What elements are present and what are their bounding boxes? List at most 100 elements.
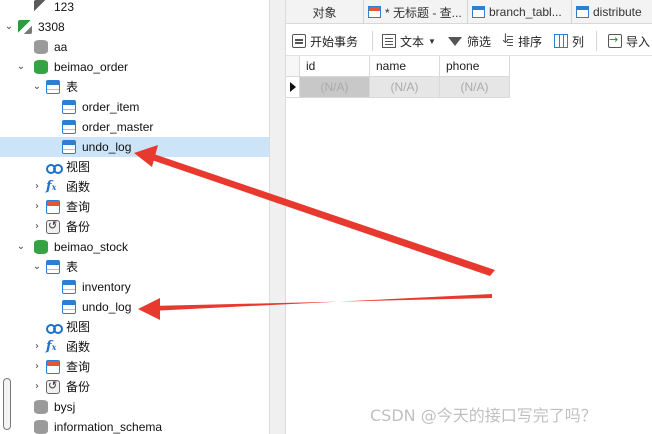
- tree-item-label: information_schema: [54, 420, 163, 434]
- current-row-indicator-icon: [286, 77, 300, 98]
- query-icon: [46, 200, 60, 214]
- tree-item-label: 123: [54, 0, 75, 14]
- tree-item-queries[interactable]: › 查询: [0, 357, 269, 377]
- view-icon: [46, 320, 63, 334]
- navigator-tree[interactable]: 123 ⌄ 3308 aa ⌄ beimao_order ⌄ 表 order_i…: [0, 0, 269, 434]
- tree-item-table-order-item[interactable]: order_item: [0, 97, 269, 117]
- chevron-down-icon[interactable]: ⌄: [32, 262, 42, 272]
- tree-item-connection-123[interactable]: 123: [0, 0, 269, 17]
- button-label: 导入: [626, 34, 651, 49]
- grid-cell-phone[interactable]: (N/A): [440, 77, 510, 98]
- tree-item-label: bysj: [54, 400, 76, 414]
- sort-button[interactable]: 排序: [500, 31, 542, 51]
- pane-splitter[interactable]: [269, 0, 286, 434]
- tree-item-functions[interactable]: › fx 函数: [0, 337, 269, 357]
- grid-header: id name phone: [286, 56, 510, 77]
- function-icon: fx: [46, 339, 57, 354]
- table-icon: [62, 280, 76, 294]
- tree-item-label: 表: [66, 80, 79, 94]
- tab-label: distribute: [593, 5, 642, 19]
- query-tab-icon: [368, 6, 381, 18]
- button-label: 列: [572, 34, 585, 49]
- column-header-name[interactable]: name: [370, 56, 440, 77]
- table-icon: [62, 120, 76, 134]
- button-label: 筛选: [467, 34, 492, 49]
- tree-item-label: order_master: [82, 120, 154, 134]
- tree-item-label: 查询: [66, 200, 91, 214]
- filter-button[interactable]: 筛选: [448, 31, 491, 51]
- tree-item-tables-folder[interactable]: ⌄ 表: [0, 77, 269, 97]
- transaction-icon: [292, 34, 306, 48]
- tree-item-database-aa[interactable]: aa: [0, 37, 269, 57]
- sort-icon: [500, 32, 514, 48]
- import-button[interactable]: 导入: [608, 31, 650, 51]
- tree-item-tables-folder[interactable]: ⌄ 表: [0, 257, 269, 277]
- tab-branch-table[interactable]: branch_tabl...: [468, 0, 572, 24]
- tree-scrollbar-thumb[interactable]: [3, 378, 11, 430]
- begin-transaction-button[interactable]: 开始事务: [292, 31, 358, 51]
- chevron-down-icon[interactable]: ⌄: [4, 22, 14, 32]
- tree-item-backups[interactable]: › 备份: [0, 217, 269, 237]
- tree-item-views[interactable]: 视图: [0, 157, 269, 177]
- backup-icon: [46, 379, 60, 394]
- table-tab-icon: [576, 6, 589, 18]
- database-open-icon: [34, 60, 48, 74]
- chevron-down-icon[interactable]: ⌄: [16, 62, 26, 72]
- chevron-down-icon[interactable]: ⌄: [32, 82, 42, 92]
- tree-item-table-inventory[interactable]: inventory: [0, 277, 269, 297]
- grid-cell-name[interactable]: (N/A): [370, 77, 440, 98]
- grid-toolbar: 开始事务 文本 ▼ 筛选 排序 列 导入: [286, 25, 652, 56]
- tree-item-queries[interactable]: › 查询: [0, 197, 269, 217]
- tree-item-table-undo-log[interactable]: undo_log: [0, 297, 269, 317]
- tree-item-views[interactable]: 视图: [0, 317, 269, 337]
- tab-untitled-query[interactable]: * 无标题 - 查...: [364, 0, 468, 24]
- connection-active-icon: [18, 20, 32, 34]
- chevron-right-icon[interactable]: ›: [32, 342, 42, 352]
- table-icon: [62, 300, 76, 314]
- tree-item-label: order_item: [82, 100, 140, 114]
- table-row[interactable]: (N/A) (N/A) (N/A): [286, 77, 510, 98]
- filter-icon: [448, 36, 462, 46]
- tree-item-label: aa: [54, 40, 68, 54]
- tree-item-database-bysj[interactable]: bysj: [0, 397, 269, 417]
- database-icon: [34, 420, 48, 434]
- tree-item-label: 查询: [66, 360, 91, 374]
- tree-item-table-undo-log[interactable]: undo_log: [0, 137, 269, 157]
- column-header-phone[interactable]: phone: [440, 56, 510, 77]
- tree-item-label: 函数: [66, 340, 91, 354]
- tab-distribute[interactable]: distribute: [572, 0, 652, 24]
- chevron-right-icon[interactable]: ›: [32, 382, 42, 392]
- toolbar-divider: [596, 31, 597, 51]
- tree-item-label: 视图: [66, 160, 91, 174]
- tree-item-database-beimao-order[interactable]: ⌄ beimao_order: [0, 57, 269, 77]
- button-label: 排序: [518, 34, 543, 49]
- tab-objects[interactable]: 对象: [286, 0, 364, 24]
- table-icon: [62, 140, 76, 154]
- tree-item-label: 3308: [38, 20, 65, 34]
- chevron-right-icon[interactable]: ›: [32, 222, 42, 232]
- connection-icon: [34, 0, 48, 14]
- tree-item-database-beimao-stock[interactable]: ⌄ beimao_stock: [0, 237, 269, 257]
- tree-item-label: beimao_order: [54, 60, 129, 74]
- data-grid[interactable]: id name phone (N/A) (N/A) (N/A): [286, 56, 652, 434]
- tree-item-database-information-schema[interactable]: information_schema: [0, 417, 269, 434]
- tree-item-connection-3308[interactable]: ⌄ 3308: [0, 17, 269, 37]
- import-icon: [608, 33, 622, 48]
- tree-item-backups[interactable]: › 备份: [0, 377, 269, 397]
- column-header-id[interactable]: id: [300, 56, 370, 77]
- tree-item-table-order-master[interactable]: order_master: [0, 117, 269, 137]
- chevron-down-icon[interactable]: ⌄: [16, 242, 26, 252]
- caret-down-icon[interactable]: ▼: [428, 37, 436, 46]
- tree-item-label: 备份: [66, 380, 91, 394]
- tree-item-functions[interactable]: › fx 函数: [0, 177, 269, 197]
- text-button[interactable]: 文本 ▼: [382, 31, 436, 51]
- grid-cell-id[interactable]: (N/A): [300, 77, 370, 98]
- document-icon: [382, 34, 396, 48]
- chevron-right-icon[interactable]: ›: [32, 362, 42, 372]
- database-open-icon: [34, 240, 48, 254]
- chevron-right-icon[interactable]: ›: [32, 202, 42, 212]
- columns-button[interactable]: 列: [554, 31, 584, 51]
- chevron-right-icon[interactable]: ›: [32, 182, 42, 192]
- tree-item-label: undo_log: [82, 140, 132, 154]
- view-icon: [46, 160, 63, 174]
